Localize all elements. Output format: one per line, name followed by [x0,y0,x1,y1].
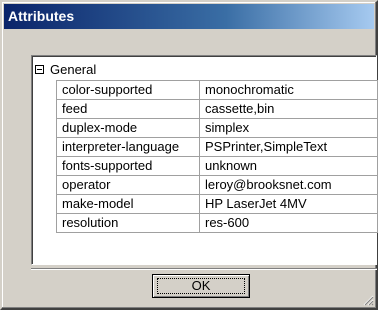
ok-button[interactable]: OK [152,274,250,298]
attribute-name-cell: operator [56,176,200,194]
separator-highlight [31,269,377,270]
group-label: General [50,61,97,77]
table-row[interactable]: resolution res-600 [56,214,378,233]
attribute-name-cell: make-model [56,195,200,213]
window-title: Attributes [8,8,75,24]
table-row[interactable]: fonts-supported unknown [56,157,378,176]
table-row[interactable]: make-model HP LaserJet 4MV [56,195,378,214]
group-header-general[interactable]: General [35,60,96,78]
attribute-value-cell: unknown [200,157,378,175]
attribute-value-cell: leroy@brooksnet.com [200,176,378,194]
table-row[interactable]: operator leroy@brooksnet.com [56,176,378,195]
resize-grip-icon[interactable] [362,294,374,306]
table-row[interactable]: feed cassette,bin [56,100,378,119]
attribute-name-cell: resolution [56,214,200,232]
attributes-dialog: Attributes General color-supported monoch… [0,0,378,310]
title-bar[interactable]: Attributes [4,4,374,29]
attribute-name-cell: color-supported [56,81,200,99]
attribute-value-cell: monochromatic [200,81,378,99]
attribute-value-cell: res-600 [200,214,378,232]
attribute-value-cell: cassette,bin [200,100,378,118]
attributes-table: color-supported monochromatic feed cassette… [56,80,378,233]
attribute-value-cell: PSPrinter,SimpleText [200,138,378,156]
attribute-name-cell: duplex-mode [56,119,200,137]
table-row[interactable]: color-supported monochromatic [56,81,378,100]
attribute-name-cell: interpreter-language [56,138,200,156]
attribute-name-cell: feed [56,100,200,118]
attribute-name-cell: fonts-supported [56,157,200,175]
attributes-list[interactable]: General color-supported monochromatic feed… [31,55,378,265]
table-row[interactable]: interpreter-language PSPrinter,SimpleText [56,138,378,157]
table-row[interactable]: duplex-mode simplex [56,119,378,138]
attribute-value-cell: simplex [200,119,378,137]
attribute-value-cell: HP LaserJet 4MV [200,195,378,213]
collapse-icon[interactable] [35,64,44,74]
ok-button-label: OK [191,278,211,293]
